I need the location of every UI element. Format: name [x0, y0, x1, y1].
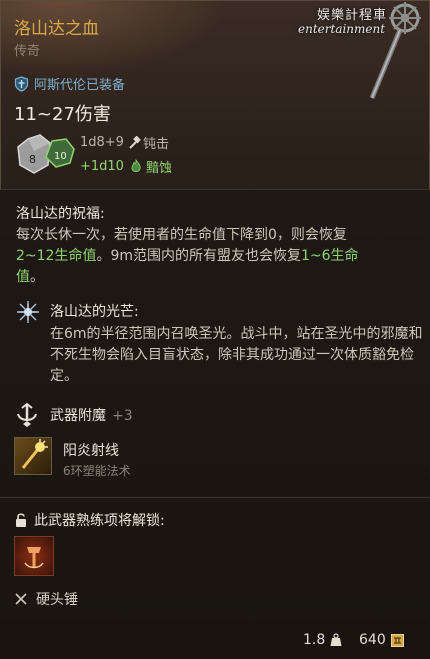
damage-dice: 1d8+9: [80, 135, 124, 150]
proficiency-action-icon[interactable]: [14, 536, 54, 576]
aura-description: 在6m的半径范围内召唤圣光。战斗中，站在圣光中的邪魔和不死生物会陷入目盲状态，除…: [50, 326, 423, 384]
damage-type: 黯蚀: [145, 161, 172, 176]
watermark-text: 娱樂計程車: [317, 8, 388, 23]
proficiency-title: 此武器熟练项将解锁:: [34, 513, 165, 529]
watermark-subtext: entertainment: [298, 22, 386, 36]
spell-name: 阳炎射线: [63, 443, 119, 459]
item-tooltip: 娱樂計程車 entertainment 洛山达之血 传奇 阿斯代伦已装备 11~…: [0, 0, 430, 659]
enchant-label: 武器附魔: [50, 408, 106, 424]
damage-line-necrotic: +1d10 黯蚀: [80, 157, 172, 176]
svg-text:10: 10: [54, 151, 67, 162]
proficiency-unlock: 此武器熟练项将解锁:: [14, 510, 165, 530]
necrotic-flame-icon: [131, 159, 141, 173]
damage-type: 钝击: [142, 137, 169, 152]
spell-level: 6环塑能法术: [63, 464, 131, 478]
item-name: 洛山达之血: [14, 19, 99, 39]
weapon-type-label: 硬头锤: [36, 592, 78, 608]
blessing-title: 洛山达的祝福:: [16, 206, 105, 222]
weight-value: 1.8: [303, 632, 326, 648]
heal-amount: 2~12生命值: [16, 248, 97, 264]
enchant-bonus: +3: [112, 408, 133, 424]
dice-icon: 8 10: [17, 134, 75, 174]
crossed-weapons-icon: [15, 593, 27, 605]
damage-line-bludgeoning: 1d8+9 钝击: [80, 133, 169, 152]
equipped-status: 阿斯代伦已装备: [14, 74, 125, 93]
blessing-text: 。: [30, 269, 44, 285]
weapon-type: 硬头锤: [14, 589, 78, 609]
smash-action-icon: [24, 547, 44, 569]
gold-coin-icon: [390, 633, 404, 647]
weapon-enchantment: 武器附魔 +3: [50, 405, 133, 425]
damage-range: 11~27伤害: [14, 104, 111, 125]
equipped-text: 阿斯代伦已装备: [34, 78, 126, 93]
equipped-shield-icon: [14, 75, 29, 92]
price-value: 640: [359, 632, 386, 648]
spell-icon[interactable]: [14, 437, 52, 475]
radiance-icon: [17, 301, 39, 323]
svg-text:8: 8: [29, 153, 36, 166]
weapon-enchant-icon: [17, 402, 37, 427]
weight-icon: [330, 633, 342, 646]
aura-title: 洛山达的光芒:: [50, 304, 139, 320]
item-price: 640: [359, 632, 404, 648]
blessing-text: 每次长休一次，若使用者的生命值下降到0，则会恢复: [16, 227, 347, 243]
item-rarity: 传奇: [14, 44, 41, 59]
lock-icon: [16, 513, 26, 527]
hammer-icon: [129, 135, 141, 149]
item-weight: 1.8: [303, 632, 342, 648]
blessing-text: 。9m范围内的所有盟友也会恢复: [96, 248, 301, 264]
divider: [0, 497, 430, 498]
blessing-description: 每次长休一次，若使用者的生命值下降到0，则会恢复 2~12生命值。9m范围内的所有…: [16, 225, 361, 288]
damage-dice: +1d10: [80, 159, 124, 174]
sunbeam-icon: [21, 439, 48, 469]
